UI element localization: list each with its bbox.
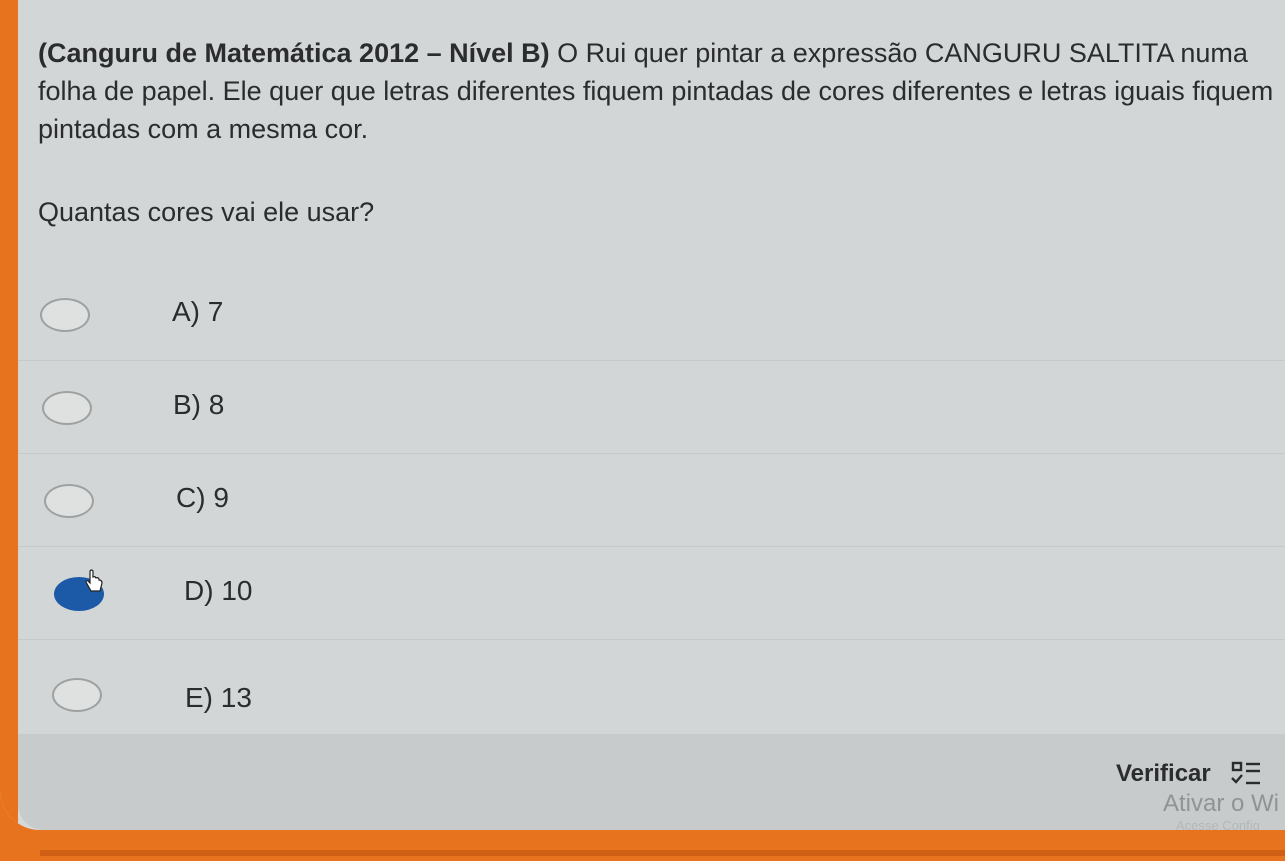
bottom-frame — [0, 830, 1285, 861]
question-source: (Canguru de Matemática 2012 – Nível B) — [38, 38, 550, 68]
radio-e[interactable] — [52, 678, 102, 712]
question-text: (Canguru de Matemática 2012 – Nível B) O… — [38, 34, 1283, 148]
quiz-card: (Canguru de Matemática 2012 – Nível B) O… — [0, 0, 1285, 830]
option-c-label: C) 9 — [176, 482, 229, 513]
option-c[interactable]: C) 9 — [18, 454, 1285, 547]
left-frame-edge — [0, 0, 18, 830]
option-a[interactable]: A) 7 — [18, 268, 1285, 361]
option-b-label: B) 8 — [173, 389, 225, 420]
activation-watermark: Ativar o Wi — [1163, 790, 1280, 817]
option-b[interactable]: B) 8 — [18, 361, 1285, 454]
option-d-label: D) 10 — [184, 575, 253, 606]
option-d[interactable]: D) 10 — [18, 547, 1285, 640]
quiz-footer: Verificar Ativar o Wi Acesse Config — [18, 734, 1285, 830]
radio-a[interactable] — [40, 298, 90, 332]
option-a-label: A) 7 — [172, 296, 224, 327]
question-prompt: Quantas cores vai ele usar? — [38, 197, 375, 227]
bottom-frame-line — [40, 850, 1285, 856]
hand-cursor-icon — [85, 569, 103, 592]
radio-b[interactable] — [42, 391, 92, 425]
checklist-icon[interactable] — [1230, 760, 1264, 790]
option-e-label: E) 13 — [185, 682, 252, 713]
radio-c[interactable] — [44, 484, 94, 518]
verify-button[interactable]: Verificar — [1116, 760, 1211, 788]
quiz-content: (Canguru de Matemática 2012 – Nível B) O… — [18, 0, 1285, 830]
activation-watermark-sub: Acesse Config — [1176, 818, 1260, 830]
option-e[interactable]: E) 13 — [18, 640, 1285, 732]
